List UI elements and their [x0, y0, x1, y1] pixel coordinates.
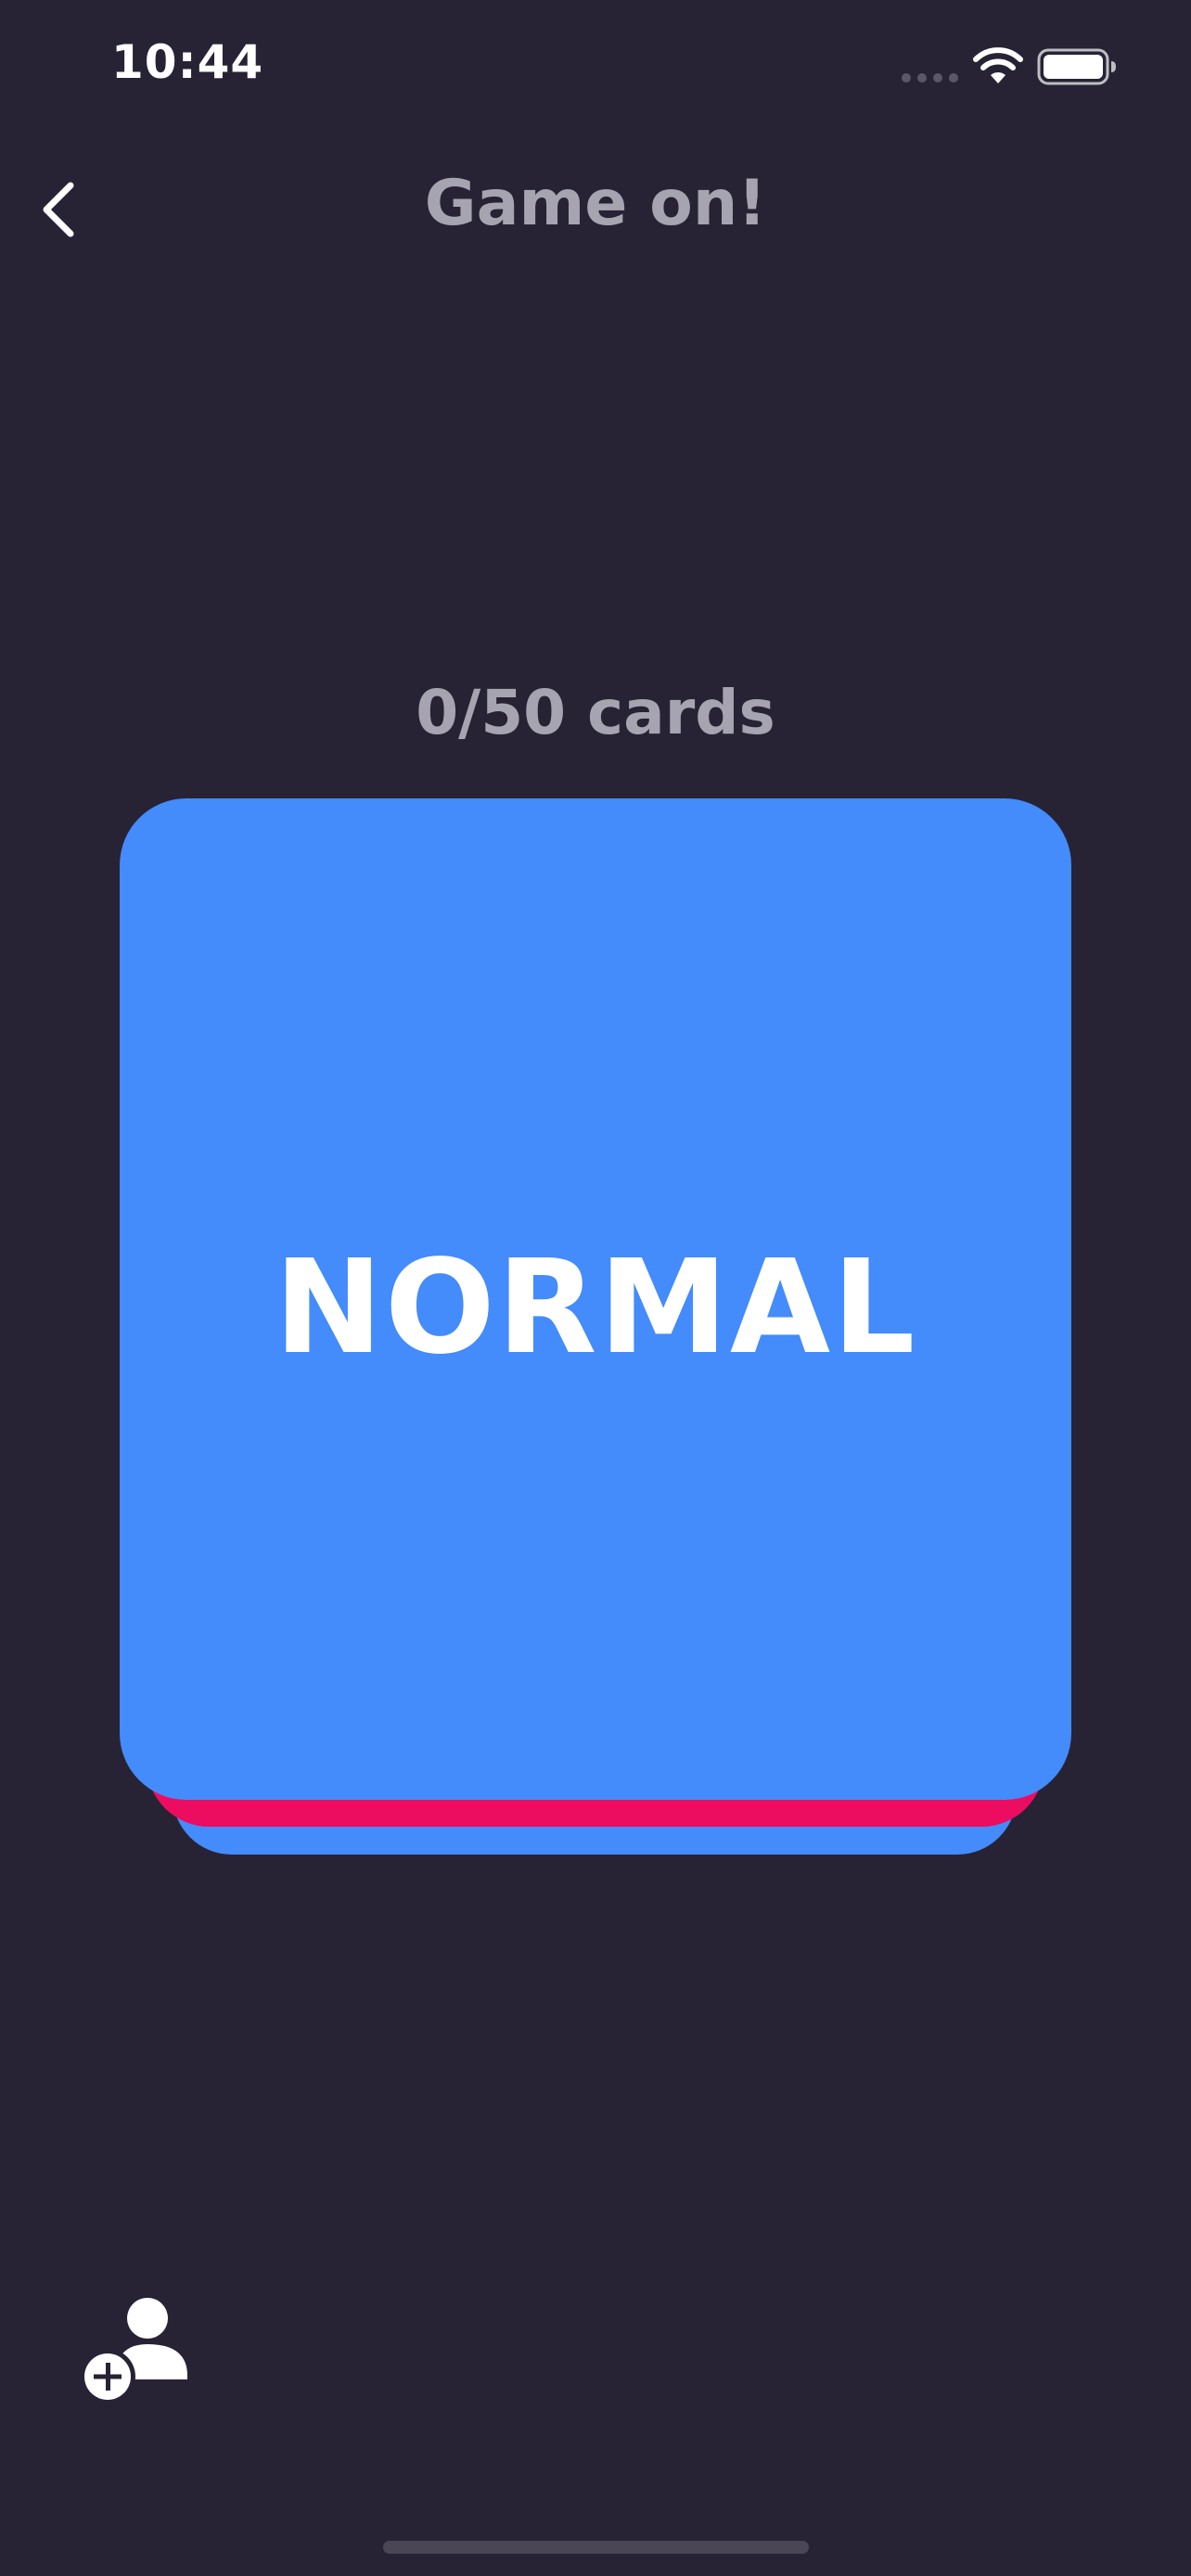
battery-icon: [1037, 48, 1116, 85]
home-indicator[interactable]: [383, 2541, 809, 2554]
page-title: Game on!: [424, 167, 767, 240]
game-card[interactable]: NORMAL: [120, 798, 1071, 1800]
game-screen: 10:44 Game on! 0/50 cards NORMAL: [0, 0, 1191, 2576]
add-player-button[interactable]: [78, 2294, 198, 2405]
status-time: 10:44: [111, 35, 264, 89]
add-person-icon: [80, 2298, 187, 2404]
wifi-icon: [973, 47, 1023, 83]
cellular-signal-icon: [902, 73, 959, 83]
card-counter: 0/50 cards: [416, 677, 775, 748]
card-label: NORMAL: [274, 1231, 917, 1384]
